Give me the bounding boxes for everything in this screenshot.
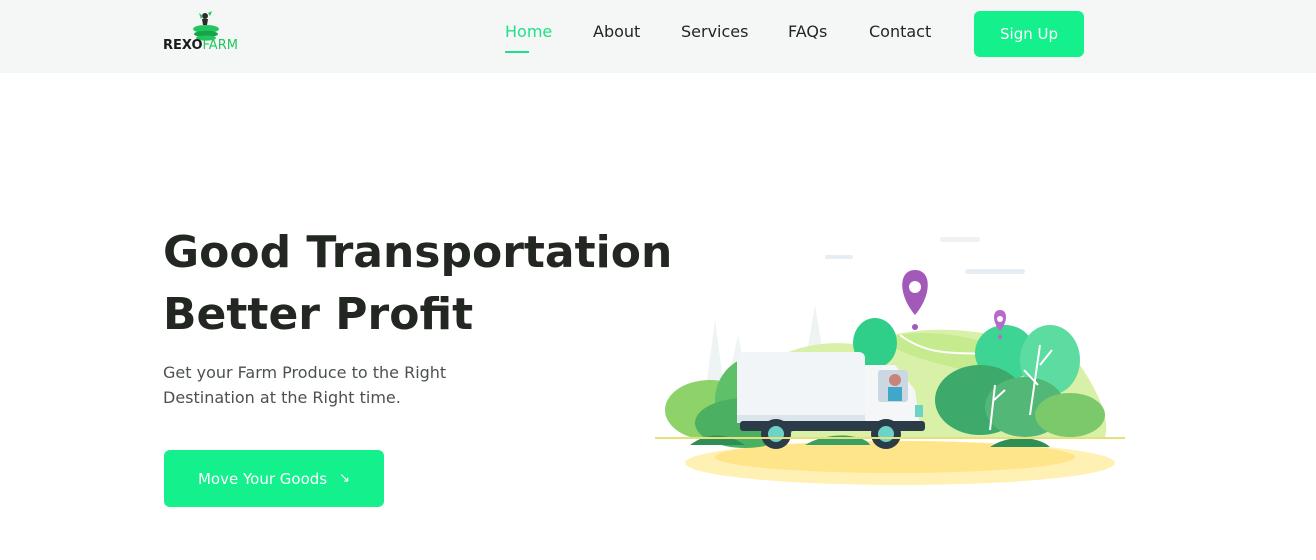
- logo-text-farm: FARM: [202, 38, 238, 53]
- arrow-down-right-icon: ↘: [339, 471, 350, 486]
- nav-faqs[interactable]: FAQs: [788, 22, 827, 41]
- hero-title: Good Transportation Better Profit: [163, 222, 683, 346]
- site-header: REXOFARM Home About Services FAQs Contac…: [0, 0, 1316, 73]
- hero-title-line1: Good Transportation: [163, 227, 673, 278]
- nav-about[interactable]: About: [593, 22, 640, 41]
- nav-services[interactable]: Services: [681, 22, 748, 41]
- nav-contact[interactable]: Contact: [869, 22, 931, 41]
- logo-text-rexo: REXO: [163, 38, 203, 53]
- logo[interactable]: REXOFARM: [163, 10, 253, 60]
- delivery-truck-illustration: [655, 237, 1125, 485]
- hero-title-line2: Better Profit: [163, 289, 474, 340]
- nav-active-indicator: [505, 51, 529, 53]
- move-goods-label: Move Your Goods: [197, 469, 328, 488]
- logo-text: REXOFARM: [163, 38, 238, 53]
- move-goods-button[interactable]: Move Your Goods ↘: [164, 450, 384, 507]
- nav-home[interactable]: Home: [505, 22, 552, 41]
- hero-subtitle: Get your Farm Produce to the Right Desti…: [163, 363, 447, 407]
- signup-button[interactable]: Sign Up: [974, 11, 1084, 57]
